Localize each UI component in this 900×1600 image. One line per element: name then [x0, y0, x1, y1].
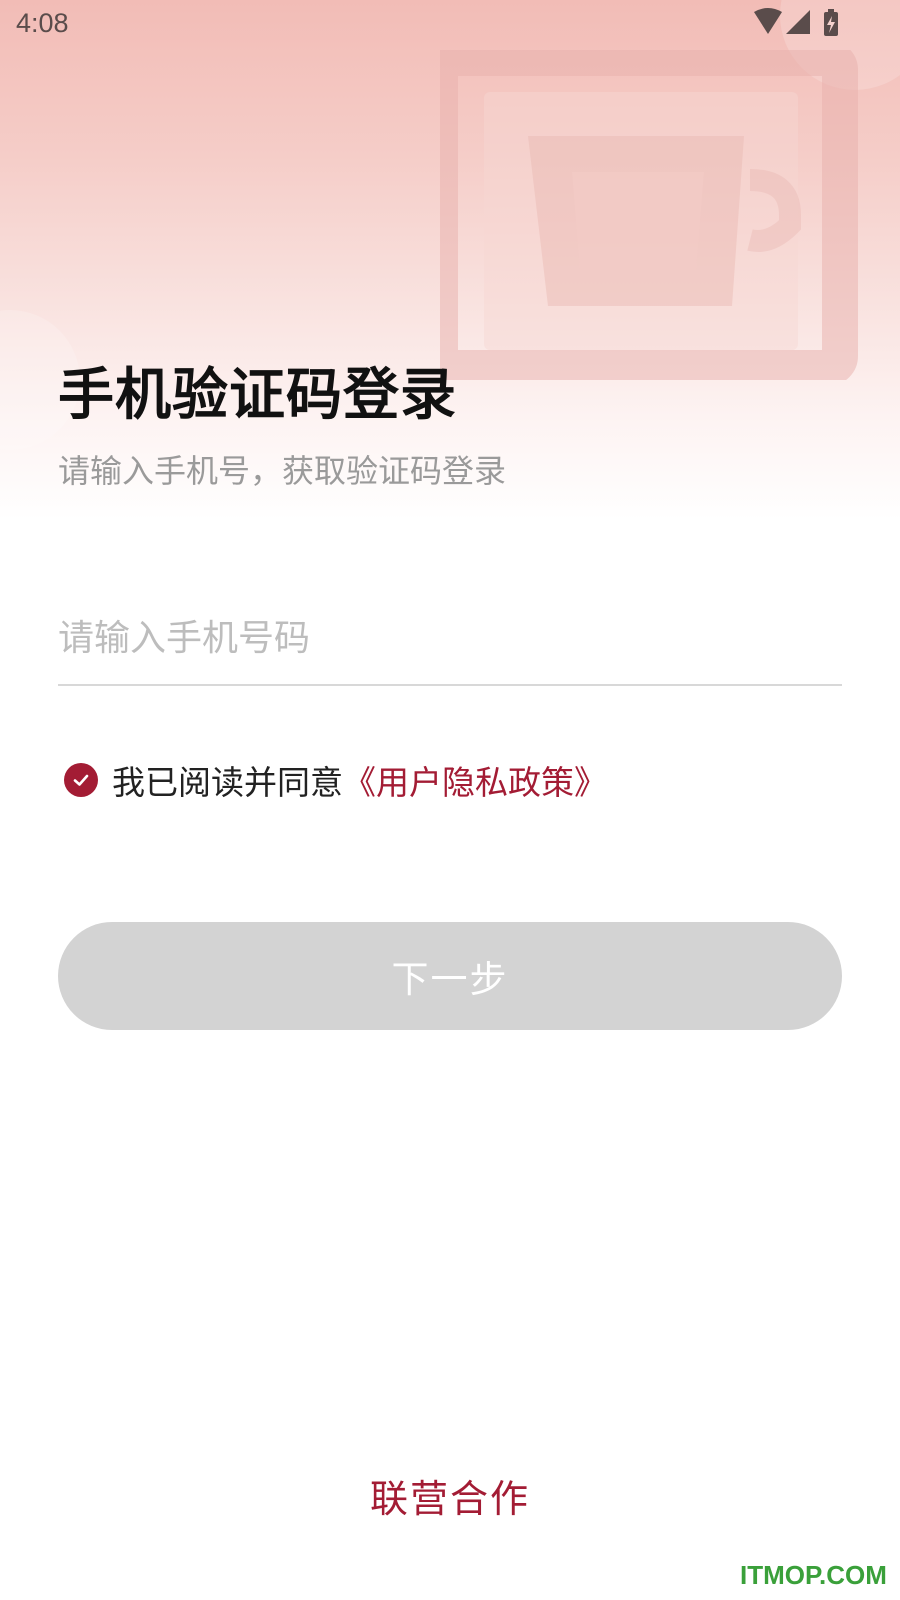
wifi-icon [754, 8, 782, 34]
agreement-text: 我已阅读并同意 [112, 763, 343, 802]
battery-charging-icon [824, 9, 838, 36]
input-underline [58, 684, 842, 686]
page-title: 手机验证码登录 [58, 363, 457, 428]
agreement-checkbox[interactable] [64, 763, 98, 797]
next-step-button[interactable]: 下一步 [58, 922, 842, 1030]
status-bar: 4:08 [0, 0, 900, 50]
partnership-link[interactable]: 联营合作 [0, 1468, 900, 1523]
phone-number-input[interactable] [58, 608, 842, 668]
privacy-policy-link[interactable]: 《用户隐私政策》 [343, 756, 607, 804]
brand-watermark-logo [440, 50, 858, 380]
status-icons [754, 8, 838, 36]
header-background [0, 0, 900, 520]
check-icon [73, 774, 89, 786]
page-subtitle: 请输入手机号，获取验证码登录 [58, 452, 507, 490]
cell-signal-icon [786, 10, 810, 34]
agreement-row: 我已阅读并同意 《用户隐私政策》 [64, 758, 607, 802]
status-time: 4:08 [16, 8, 69, 38]
site-watermark: ITMOP.COM [740, 1560, 887, 1590]
